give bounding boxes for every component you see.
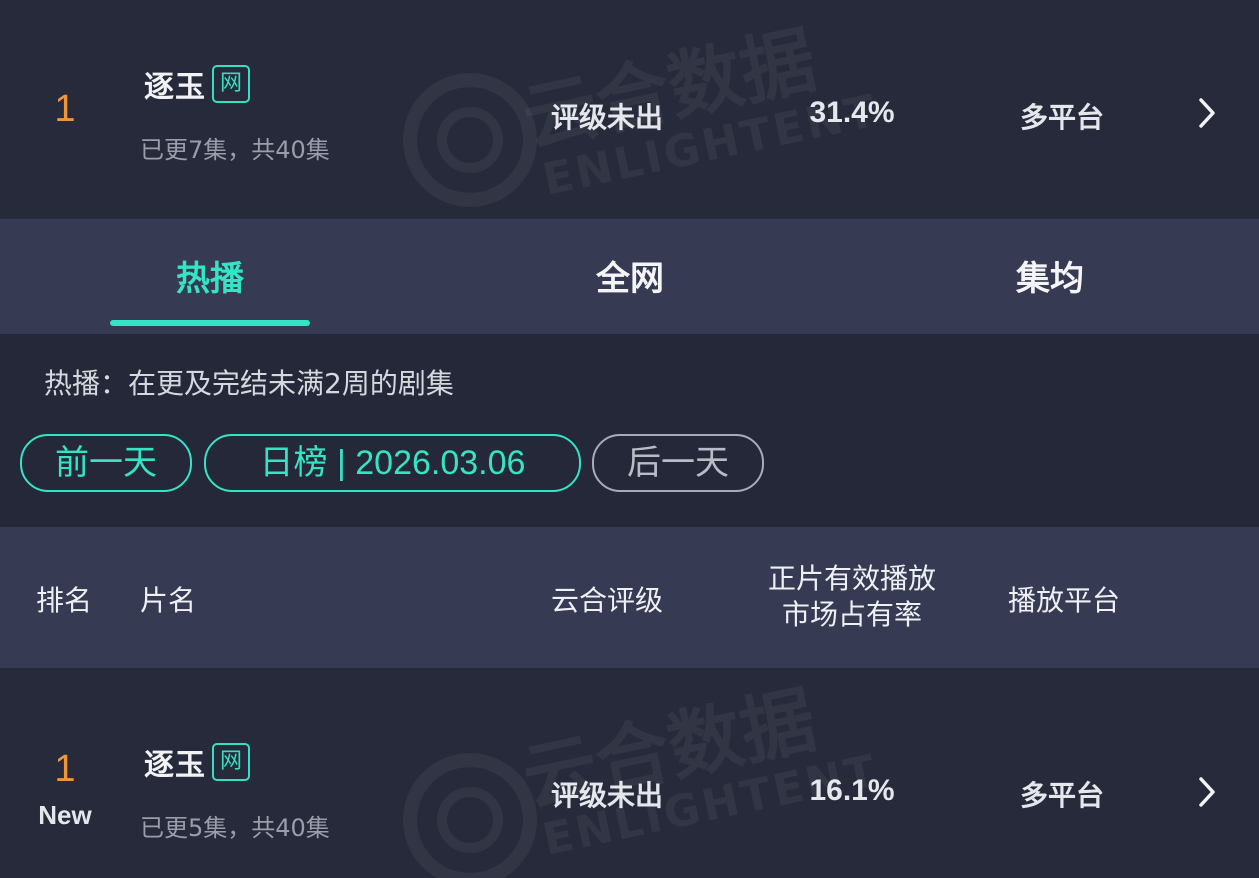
category-description: 热播：在更及完结未满2周的剧集	[44, 367, 454, 400]
episode-info: 已更7集，共40集	[140, 136, 330, 164]
market-share-value: 31.4%	[809, 96, 895, 129]
table-row[interactable]: 1 New 逐玉 网 已更5集，共40集 评级未出 16.1% 多平台	[0, 668, 1259, 878]
chevron-right-icon[interactable]	[1192, 772, 1222, 812]
chevron-right-icon[interactable]	[1192, 93, 1222, 133]
header-platform: 播放平台	[1008, 584, 1121, 617]
tab-bar: 热播 全网 集均	[0, 219, 1259, 334]
header-title: 片名	[140, 584, 197, 617]
title-group: 逐玉 网	[144, 740, 250, 784]
episode-info: 已更5集，共40集	[140, 814, 330, 842]
table-header: 排名 片名 云合评级 正片有效播放 市场占有率 播放平台	[0, 527, 1259, 668]
platform-value: 多平台	[1020, 779, 1105, 812]
web-drama-badge: 网	[212, 65, 250, 103]
header-market-share: 正片有效播放 市场占有率	[752, 561, 952, 633]
filter-panel: 热播：在更及完结未满2周的剧集 前一天 日榜 | 2026.03.06 后一天	[0, 334, 1259, 527]
web-drama-badge: 网	[212, 743, 250, 781]
tab-hot[interactable]: 热播	[110, 251, 310, 300]
header-market-share-line2: 市场占有率	[781, 598, 922, 631]
platform-value: 多平台	[1020, 101, 1105, 134]
active-tab-indicator	[110, 320, 310, 326]
tab-episode-average[interactable]: 集均	[950, 251, 1150, 300]
rating-value: 评级未出	[551, 101, 664, 134]
rank-number: 1	[54, 748, 76, 790]
drama-title: 逐玉	[144, 70, 206, 105]
new-entry-label: New	[38, 800, 92, 830]
previous-day-button[interactable]: 前一天	[20, 434, 192, 492]
next-day-button[interactable]: 后一天	[592, 434, 764, 492]
header-market-share-line1: 正片有效播放	[767, 562, 936, 595]
date-selector-button[interactable]: 日榜 | 2026.03.06	[204, 434, 581, 492]
header-rank: 排名	[36, 584, 93, 617]
market-share-value: 16.1%	[809, 774, 895, 807]
top-ranking-row[interactable]: 1 逐玉 网 已更7集，共40集 评级未出 31.4% 多平台	[0, 0, 1259, 219]
header-rating: 云合评级	[551, 584, 664, 617]
title-group: 逐玉 网	[144, 62, 250, 106]
rank-number: 1	[54, 88, 76, 130]
tab-all-network[interactable]: 全网	[530, 251, 730, 300]
rating-value: 评级未出	[551, 779, 664, 812]
drama-title: 逐玉	[144, 748, 206, 783]
